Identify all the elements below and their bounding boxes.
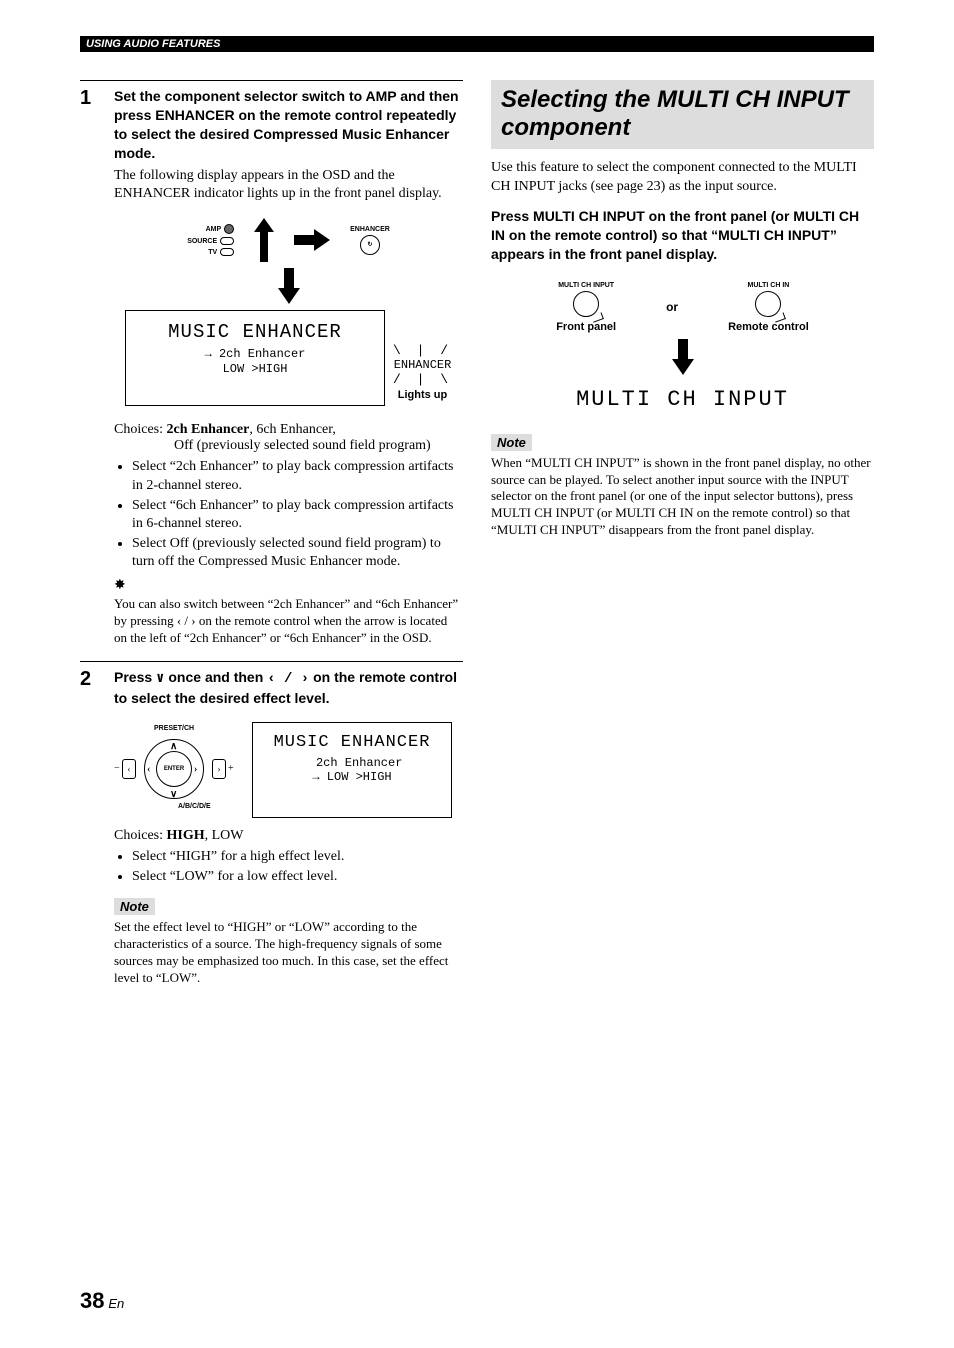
- section-header: USING AUDIO FEATURES: [80, 36, 874, 52]
- step-2: 2 Press ∨ once and then ‹ / › on the rem…: [80, 661, 463, 987]
- step-1-number: 1: [80, 87, 114, 647]
- section-title: Selecting the MULTI CH INPUT component: [491, 80, 874, 149]
- osd-display: MUSIC ENHANCER → 2ch Enhancer LOW >HIGH: [125, 310, 385, 406]
- lights-up-caption: Lights up: [393, 389, 452, 401]
- enhancer-indicator: \ | / ENHANCER / | \ Lights up: [393, 343, 452, 401]
- selector-switch-icon: AMP SOURCE TV: [187, 224, 234, 256]
- left-column: 1 Set the component selector switch to A…: [80, 80, 463, 1001]
- step-2-note: Set the effect level to “HIGH” or “LOW” …: [114, 919, 463, 987]
- cursor-pad-icon: PRESET/CH ENTER ∧ ∨ ‹ › ‹ › − + A/B/C/D/…: [114, 725, 234, 815]
- right-note: When “MULTI CH INPUT” is shown in the fr…: [491, 455, 874, 539]
- or-label: or: [666, 300, 678, 314]
- list-item: Select “2ch Enhancer” to play back compr…: [132, 458, 463, 494]
- step-1-bullets: Select “2ch Enhancer” to play back compr…: [132, 458, 463, 571]
- multi-ch-diagram: MULTI CH INPUT Front panel or MULTI CH I…: [491, 282, 874, 412]
- step-2-heading: Press ∨ once and then ‹ / › on the remot…: [114, 668, 463, 708]
- step-2-diagram: PRESET/CH ENTER ∧ ∨ ‹ › ‹ › − + A/B/C/D/…: [114, 722, 463, 818]
- display-line2: LOW >HIGH: [136, 362, 374, 376]
- right-intro: Use this feature to select the component…: [491, 159, 874, 197]
- step-2-choices: Choices: HIGH, LOW: [114, 828, 463, 844]
- osd-display-2: MUSIC ENHANCER 2ch Enhancer → LOW >HIGH: [252, 722, 452, 818]
- display-title: MUSIC ENHANCER: [136, 321, 374, 343]
- enhancer-button-icon: ENHANCER ↻: [350, 226, 390, 255]
- note-badge: Note: [491, 434, 532, 451]
- display-line1: → 2ch Enhancer: [136, 347, 374, 361]
- right-column: Selecting the MULTI CH INPUT component U…: [491, 80, 874, 1001]
- tip-icon: ✸: [114, 577, 463, 594]
- step-2-number: 2: [80, 668, 114, 987]
- list-item: Select “LOW” for a low effect level.: [132, 868, 463, 886]
- step-1-heading: Set the component selector switch to AMP…: [114, 87, 463, 163]
- list-item: Select “6ch Enhancer” to play back compr…: [132, 497, 463, 533]
- step-2-bullets: Select “HIGH” for a high effect level. S…: [132, 848, 463, 886]
- list-item: Select “HIGH” for a high effect level.: [132, 848, 463, 866]
- front-panel-button-icon: MULTI CH INPUT Front panel: [556, 282, 616, 333]
- step-1-diagram: AMP SOURCE TV ENHANCER ↻: [114, 218, 463, 410]
- right-instruction: Press MULTI CH INPUT on the front panel …: [491, 207, 874, 264]
- step-1-tip: You can also switch between “2ch Enhance…: [114, 596, 463, 647]
- remote-button-icon: MULTI CH IN Remote control: [728, 282, 809, 333]
- arrow-down-icon: [280, 268, 298, 304]
- list-item: Select Off (previously selected sound fi…: [132, 535, 463, 571]
- step-1: 1 Set the component selector switch to A…: [80, 80, 463, 647]
- arrow-right-icon: [294, 231, 330, 249]
- step-1-body: The following display appears in the OSD…: [114, 167, 463, 205]
- front-panel-display: MULTI CH INPUT: [576, 387, 789, 412]
- note-badge: Note: [114, 898, 155, 915]
- page-number: 38 En: [80, 1288, 124, 1314]
- step-1-choices: Choices: 2ch Enhancer, 6ch Enhancer, Off…: [114, 422, 463, 454]
- arrow-down-icon: [674, 339, 692, 375]
- arrow-up-icon: [254, 218, 274, 262]
